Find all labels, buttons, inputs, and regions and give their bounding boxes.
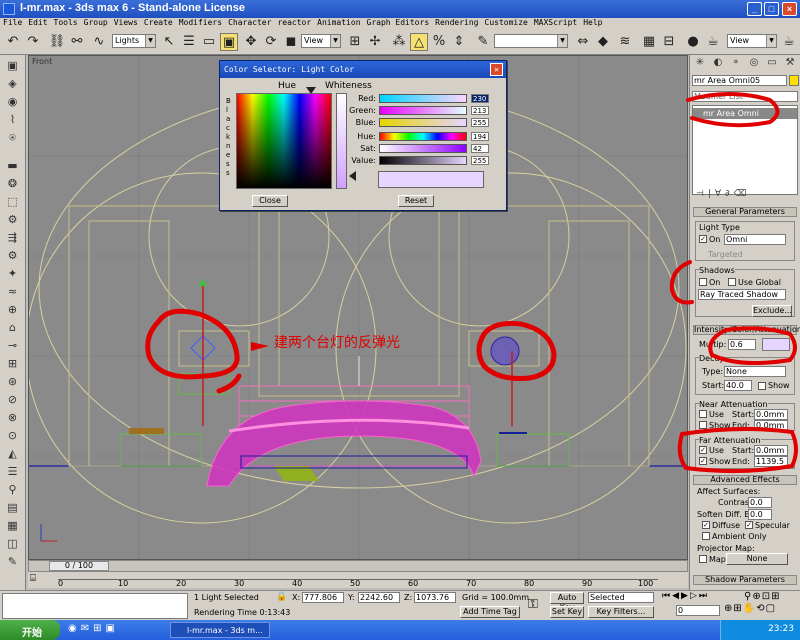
maxscript-listener[interactable] — [2, 593, 188, 619]
viewport-nav-icons[interactable]: ⊕⊞✋⟲▢ — [724, 603, 776, 614]
taskbar-item-label: l-mr.max - 3ds m... — [187, 626, 263, 635]
zoom-icons[interactable]: ⚲⊕⊡⊞ — [744, 591, 780, 602]
tick-50: 50 — [350, 579, 361, 588]
tick-100: 100 — [638, 579, 654, 588]
y-coord-field[interactable]: 2242.60 — [358, 592, 400, 603]
start-button[interactable]: 开始 — [0, 620, 60, 640]
y-label: Y: — [348, 593, 355, 602]
render-time: Rendering Time 0:13:43 — [194, 608, 291, 617]
clock: 23:23 — [768, 624, 794, 634]
tick-0: 0 — [58, 579, 64, 588]
playback-controls[interactable]: ⏮◀▶▷⏭ — [662, 591, 709, 601]
z-label: Z: — [404, 593, 413, 602]
auto-key-button[interactable]: Auto Key — [550, 592, 584, 612]
tick-10: 10 — [118, 579, 129, 588]
start-label: 开始 — [22, 628, 42, 639]
tick-40: 40 — [292, 579, 303, 588]
add-time-tag-button[interactable]: Add Time Tag — [460, 606, 520, 618]
key-icon: ⚿ — [528, 597, 538, 612]
tick-20: 20 — [176, 579, 187, 588]
track-bar-menu-icon[interactable]: ⌸ — [30, 573, 36, 584]
x-label: X: — [292, 593, 301, 602]
taskbar-item-3dsmax[interactable]: l-mr.max - 3ds m... — [170, 622, 270, 638]
tick-70: 70 — [466, 579, 477, 588]
panel-annotation-marks — [669, 92, 798, 474]
z-coord-field[interactable]: 1073.76 — [414, 592, 456, 603]
current-frame-field[interactable]: 0 — [676, 605, 720, 616]
taskbar: 开始 ◉✉⊞▣ l-mr.max - 3ds m... 23:23 — [0, 620, 800, 640]
tick-60: 60 — [408, 579, 419, 588]
status-bar: 1 Light Selected 🔒 X: 777.806 Y: 2242.60… — [0, 590, 800, 620]
key-filter-dropdown[interactable]: Selected — [588, 592, 654, 603]
system-tray: 23:23 — [720, 620, 800, 640]
lock-selection-icon[interactable]: 🔒 — [276, 592, 288, 603]
tick-80: 80 — [524, 579, 535, 588]
tick-90: 90 — [582, 579, 593, 588]
selection-status: 1 Light Selected — [194, 593, 259, 602]
set-key-button[interactable]: Set Key — [550, 606, 584, 618]
key-filters-button[interactable]: Key Filters... — [588, 606, 654, 618]
x-coord-field[interactable]: 777.806 — [302, 592, 344, 603]
track-bar[interactable]: 0 10 20 30 40 50 60 70 80 90 100 — [28, 572, 688, 588]
time-slider-thumb[interactable]: 0 / 100 — [49, 561, 109, 571]
tick-30: 30 — [234, 579, 245, 588]
time-slider[interactable]: 0 / 100 — [28, 560, 688, 572]
grid-status: Grid = 100.0mm — [462, 593, 530, 602]
quick-launch-icons[interactable]: ◉✉⊞▣ — [68, 623, 119, 634]
